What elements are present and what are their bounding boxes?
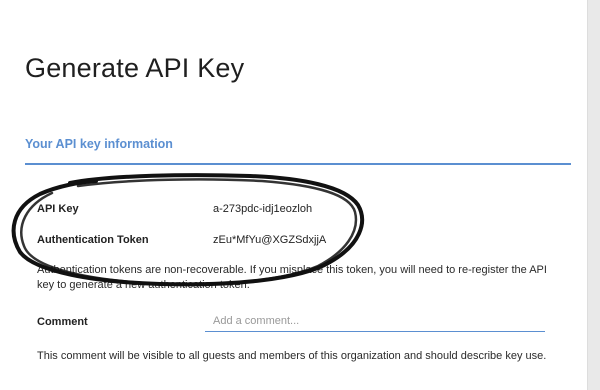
auth-token-label: Authentication Token bbox=[37, 234, 149, 246]
page-right-edge bbox=[587, 0, 600, 390]
comment-input[interactable] bbox=[205, 310, 545, 332]
comment-visibility-note: This comment will be visible to all gues… bbox=[37, 350, 547, 362]
auth-token-value: zEu*MfYu@XGZSdxjjA bbox=[213, 234, 327, 246]
main-panel: Generate API Key Your API key informatio… bbox=[0, 0, 588, 390]
section-divider bbox=[25, 163, 571, 165]
token-notice: Authentication tokens are non-recoverabl… bbox=[37, 264, 547, 291]
section-heading: Your API key information bbox=[25, 137, 173, 151]
page-title: Generate API Key bbox=[25, 53, 245, 83]
comment-label: Comment bbox=[37, 316, 88, 328]
api-key-label: API Key bbox=[37, 203, 79, 215]
api-key-value: a-273pdc-idj1eozloh bbox=[213, 203, 313, 215]
